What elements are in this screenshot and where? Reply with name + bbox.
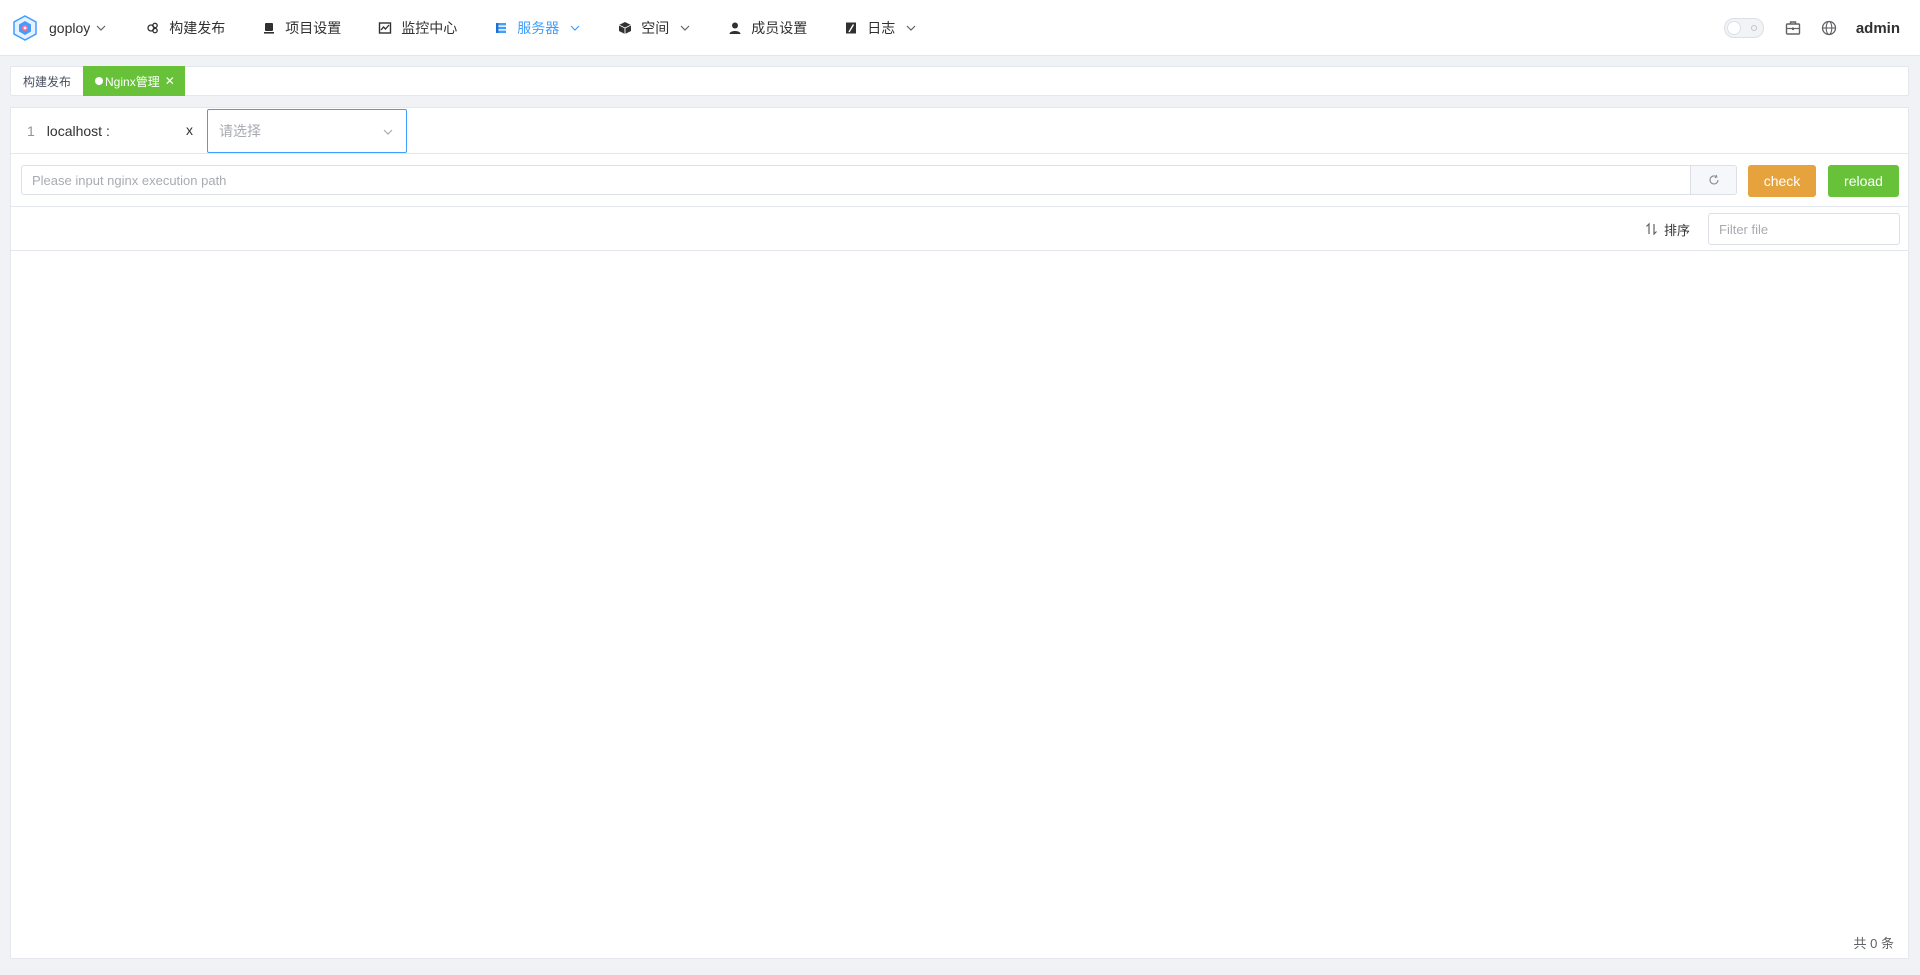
tag-deploy[interactable]: 构建发布 — [11, 66, 83, 96]
server-icon — [493, 20, 509, 36]
user-menu[interactable]: admin — [1856, 20, 1900, 37]
sort-icon — [1645, 222, 1659, 236]
active-dot-icon — [95, 77, 104, 85]
user-icon — [727, 20, 743, 36]
cube-icon — [617, 20, 633, 36]
config-file-select[interactable]: 请选择 — [207, 109, 407, 153]
rocket-icon — [145, 20, 161, 36]
refresh-icon — [1708, 174, 1719, 185]
menu-item-project[interactable]: 项目设置 — [243, 0, 359, 56]
theme-toggle[interactable] — [1723, 18, 1764, 38]
goploy-logo-icon — [13, 14, 37, 41]
select-placeholder: 请选择 — [219, 123, 261, 139]
server-name: localhost : — [46, 123, 110, 139]
toggle-knob — [1726, 21, 1741, 35]
sort-label: 排序 — [1664, 222, 1691, 238]
navbar-right: admin — [1723, 0, 1920, 56]
nginx-path-input[interactable] — [22, 166, 1690, 194]
menu-item-deploy[interactable]: 构建发布 — [127, 0, 243, 56]
menu-item-label: 监控中心 — [401, 19, 458, 36]
reload-button[interactable]: reload — [1828, 165, 1899, 197]
top-navbar: goploy 构建发布 项目设置 监控中心 服务器 空间 成员设置 日志 adm… — [0, 0, 1920, 56]
namespace-label: goploy — [49, 19, 91, 36]
menu-item-namespace[interactable]: 空间 — [599, 0, 709, 56]
server-tabs-row: 1 localhost : x 请选择 — [11, 108, 1908, 154]
tags-view: 构建发布 Nginx管理 ✕ — [10, 66, 1909, 96]
menu-item-label: 项目设置 — [285, 19, 342, 36]
project-icon — [261, 20, 277, 36]
menu-item-log[interactable]: 日志 — [825, 0, 935, 56]
file-toolbar: 排序 — [11, 207, 1908, 251]
server-close-button[interactable]: x — [186, 122, 193, 138]
menu-item-server[interactable]: 服务器 — [475, 0, 599, 56]
tag-nginx[interactable]: Nginx管理 ✕ — [83, 66, 185, 96]
tag-label: Nginx管理 — [105, 74, 160, 89]
chevron-down-icon — [905, 22, 917, 34]
menu-item-label: 构建发布 — [169, 19, 226, 36]
namespace-switcher[interactable]: goploy — [0, 0, 107, 56]
sort-button[interactable]: 排序 — [1645, 219, 1690, 239]
chevron-down-icon — [382, 126, 394, 138]
check-button[interactable]: check — [1748, 165, 1816, 197]
file-list — [11, 252, 1908, 912]
menu-item-label: 服务器 — [517, 19, 560, 36]
path-input-group — [21, 165, 1737, 195]
menu-item-label: 成员设置 — [751, 19, 808, 36]
menu-item-member[interactable]: 成员设置 — [709, 0, 825, 56]
refresh-button[interactable] — [1690, 166, 1736, 194]
log-icon — [843, 20, 859, 36]
filter-file-input[interactable] — [1708, 213, 1900, 245]
main-menu: 构建发布 项目设置 监控中心 服务器 空间 成员设置 日志 — [127, 0, 935, 56]
sun-icon — [1750, 25, 1757, 31]
server-id: 1 — [27, 123, 35, 139]
nginx-panel: 1 localhost : x 请选择 check reload 排序 — [10, 107, 1909, 959]
tag-label: 构建发布 — [23, 74, 72, 89]
close-icon[interactable]: ✕ — [165, 75, 175, 87]
language-globe-icon[interactable] — [1820, 19, 1838, 37]
chevron-down-icon — [95, 22, 107, 34]
path-row: check reload — [11, 155, 1908, 207]
toolbox-icon[interactable] — [1784, 19, 1802, 37]
chevron-down-icon — [569, 22, 581, 34]
menu-item-monitor[interactable]: 监控中心 — [359, 0, 475, 56]
pagination-total: 共 0 条 — [1853, 936, 1894, 951]
menu-item-label: 空间 — [641, 19, 670, 36]
server-tab-localhost[interactable]: 1 localhost : x — [11, 108, 206, 154]
menu-item-label: 日志 — [867, 19, 896, 36]
monitor-icon — [377, 20, 393, 36]
chevron-down-icon — [679, 22, 691, 34]
